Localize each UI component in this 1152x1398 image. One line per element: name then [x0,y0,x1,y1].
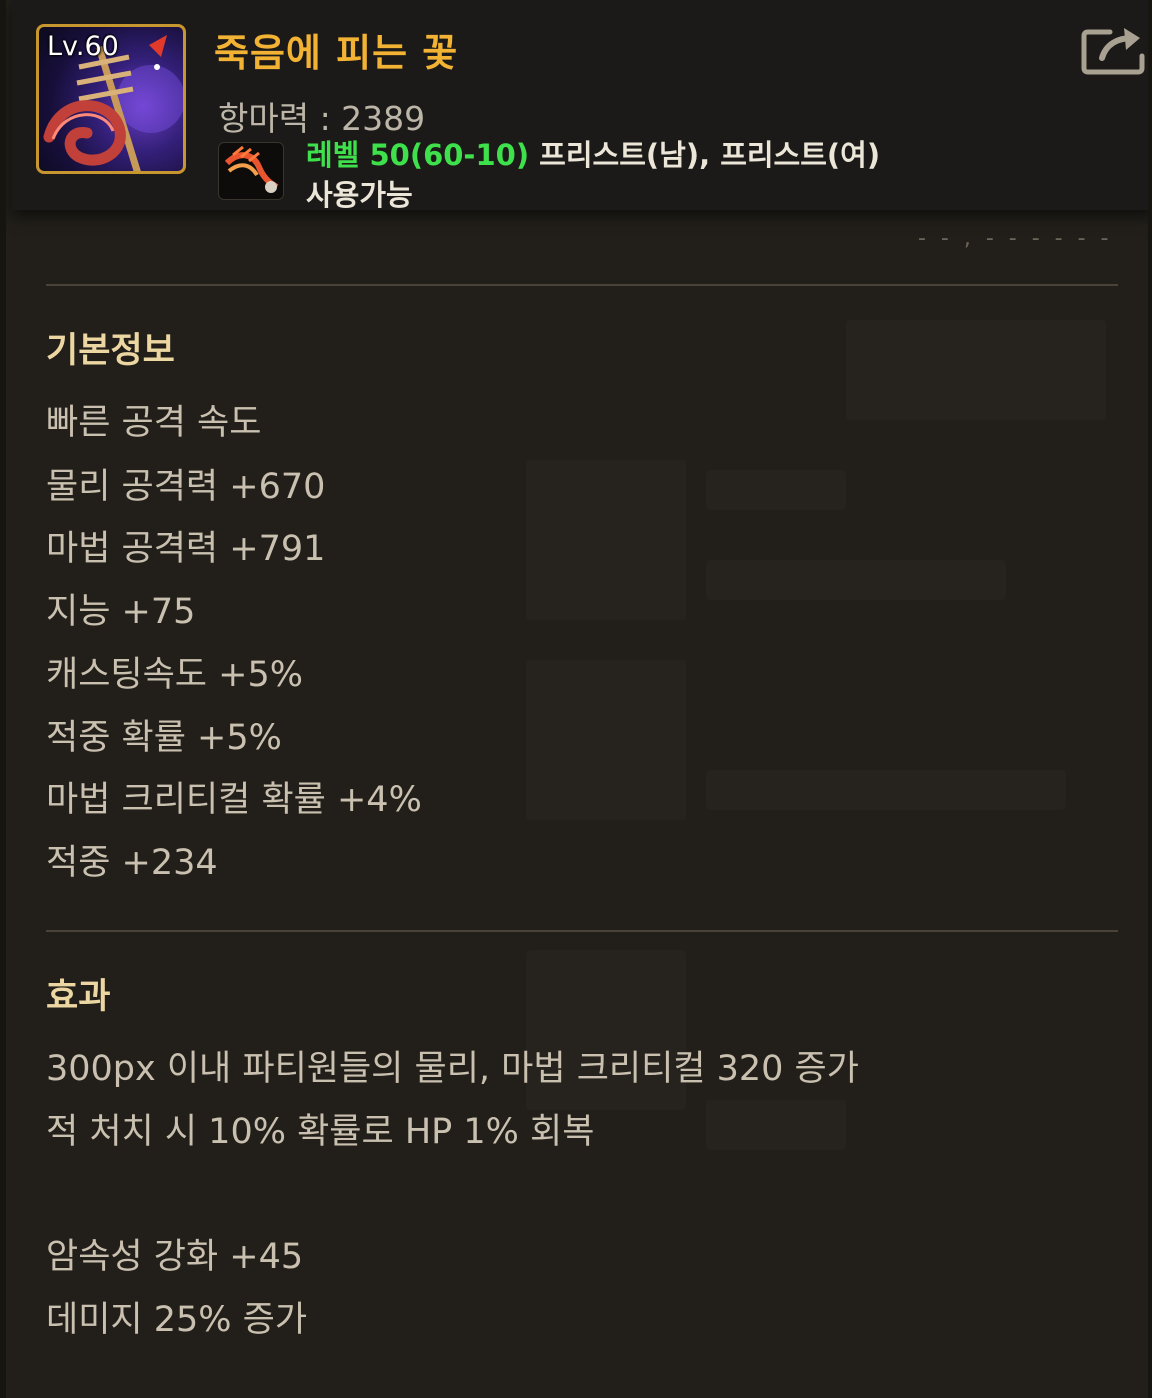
effect-line: 300px 이내 파티원들의 물리, 마법 크리티컬 320 증가 [46,1049,859,1089]
stat-line: 캐스팅속도 +5% [46,655,303,695]
effect-line: 적 처치 시 10% 확률로 HP 1% 회복 [46,1112,595,1152]
stat-line: 빠른 공격 속도 [46,403,262,443]
stat-line: 물리 공격력 +670 [46,467,326,507]
effects-title: 효과 [46,977,111,1017]
share-icon[interactable] [1080,24,1146,76]
background-ghost [846,320,1106,420]
background-ghost [526,660,686,820]
item-level-badge: Lv.60 [47,31,119,62]
requirement-line: 레벨 50(60-10) 프리스트(남), 프리스트(여) [306,132,880,174]
item-tooltip: Lv.60 죽음에 피는 꽃 항마력 : 2389 레벨 50(60-10) 프… [0,0,1152,1398]
required-level: 레벨 50(60-10) [306,138,530,172]
divider [46,930,1118,932]
clipped-text: - - , - - - - - - [918,226,1113,251]
background-ghost [706,1100,846,1150]
background-ghost [526,460,686,620]
priest-class-icon [218,142,284,200]
background-ghost [706,770,1066,810]
item-name: 죽음에 피는 꽃 [214,31,459,75]
background-ghost [706,470,846,510]
effect-line: 암속성 강화 +45 [46,1237,304,1277]
stat-line: 적중 확률 +5% [46,718,282,758]
scythe-item-icon: Lv.60 [36,24,186,174]
stat-line: 적중 +234 [46,843,218,883]
required-classes: 프리스트(남), 프리스트(여) [529,138,881,172]
stat-line: 지능 +75 [46,592,196,632]
background-ghost [706,560,1006,600]
usable-status: 사용가능 [306,178,413,212]
divider [46,284,1118,286]
tooltip-header: Lv.60 죽음에 피는 꽃 항마력 : 2389 레벨 50(60-10) 프… [12,0,1148,212]
stat-line: 마법 크리티컬 확률 +4% [46,780,422,820]
stat-line: 마법 공격력 +791 [46,529,326,569]
effect-line: 데미지 25% 증가 [46,1300,308,1340]
basic-info-title: 기본정보 [46,331,175,371]
